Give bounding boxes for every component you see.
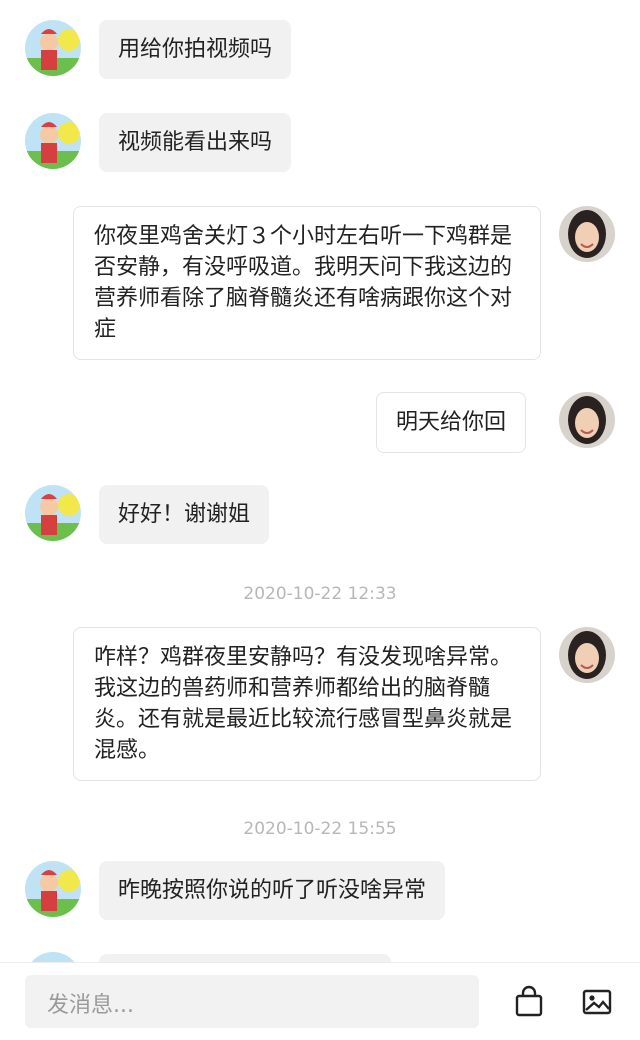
image-icon[interactable]	[580, 985, 614, 1019]
contact-avatar[interactable]	[25, 20, 81, 76]
message-bubble[interactable]: 你夜里鸡舍关灯３个小时左右听一下鸡群是否安静，有没呼吸道。我明天问下我这边的营养…	[73, 206, 541, 360]
message-text: 明天给你回	[396, 410, 507, 435]
clown-avatar-icon	[25, 113, 81, 169]
message-bubble[interactable]: 视频能看出来吗	[99, 113, 292, 172]
message-bubble[interactable]: 用给你拍视频吗	[99, 20, 292, 79]
user-avatar[interactable]	[559, 392, 615, 448]
message-bubble[interactable]: 明天给你回	[376, 392, 527, 453]
woman-avatar-icon	[559, 627, 615, 683]
contact-avatar[interactable]	[25, 113, 81, 169]
contact-avatar	[25, 952, 81, 962]
message-text: 你夜里鸡舍关灯３个小时左右听一下鸡群是否安静，有没呼吸道。我明天问下我这边的营养…	[94, 224, 513, 342]
message-bubble[interactable]: 咋样？鸡群夜里安静吗？有没发现啥异常。我这边的兽药师和营养师都给出的脑脊髓炎。还…	[73, 627, 541, 781]
clown-avatar-icon	[25, 861, 81, 917]
user-avatar[interactable]	[559, 627, 615, 683]
message-bubble	[99, 954, 391, 962]
chat-area: 用给你拍视频吗 视频能看出来吗 你夜里鸡舍关灯３个小时左右听一下鸡群是否安静，有…	[0, 0, 640, 962]
woman-avatar-icon	[559, 206, 615, 262]
clown-avatar-icon	[25, 20, 81, 76]
message-text: 用给你拍视频吗	[118, 37, 273, 62]
message-input[interactable]: 发消息...	[25, 975, 479, 1028]
shopping-bag-icon[interactable]	[512, 985, 546, 1019]
composer-bar: 发消息...	[0, 962, 640, 1040]
message-timestamp: 2020-10-22 12:33	[243, 584, 397, 604]
contact-avatar[interactable]	[25, 485, 81, 541]
contact-avatar[interactable]	[25, 861, 81, 917]
message-timestamp: 2020-10-22 15:55	[243, 819, 397, 839]
message-text: 咋样？鸡群夜里安静吗？有没发现啥异常。我这边的兽药师和营养师都给出的脑脊髓炎。还…	[94, 645, 513, 763]
message-text: 昨晚按照你说的听了听没啥异常	[118, 878, 427, 903]
message-text: 视频能看出来吗	[118, 130, 273, 155]
message-bubble[interactable]: 好好！谢谢姐	[99, 485, 270, 544]
message-bubble[interactable]: 昨晚按照你说的听了听没啥异常	[99, 861, 446, 920]
clown-avatar-icon	[25, 485, 81, 541]
user-avatar[interactable]	[559, 206, 615, 262]
woman-avatar-icon	[559, 392, 615, 448]
message-text: 好好！谢谢姐	[118, 502, 251, 527]
